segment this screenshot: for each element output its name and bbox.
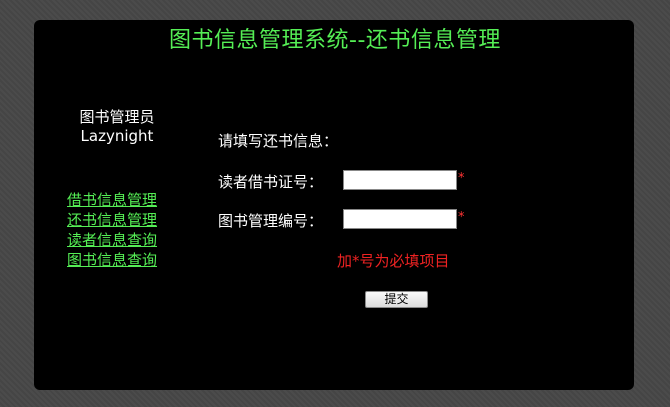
nav-item: 还书信息管理	[67, 210, 157, 230]
reader-card-label: 读者借书证号：	[218, 173, 324, 191]
user-name-label: Lazynight	[80, 127, 154, 145]
nav-link-reader-query[interactable]: 读者信息查询	[67, 231, 157, 249]
sidebar-nav: 借书信息管理 还书信息管理 读者信息查询 图书信息查询	[67, 190, 157, 270]
nav-item: 借书信息管理	[67, 190, 157, 210]
nav-link-book-query[interactable]: 图书信息查询	[67, 251, 157, 269]
book-id-input[interactable]	[343, 209, 457, 229]
nav-link-borrow-management[interactable]: 借书信息管理	[67, 191, 157, 209]
nav-link-return-management[interactable]: 还书信息管理	[67, 211, 157, 229]
book-id-label: 图书管理编号：	[218, 212, 324, 230]
reader-card-input[interactable]	[343, 170, 457, 190]
page-title: 图书信息管理系统--还书信息管理	[169, 28, 501, 53]
nav-item: 图书信息查询	[67, 250, 157, 270]
form-heading: 请填写还书信息：	[218, 132, 339, 150]
user-role-label: 图书管理员	[79, 108, 155, 126]
submit-button[interactable]: 提交	[365, 291, 428, 308]
nav-item: 读者信息查询	[67, 230, 157, 250]
required-mark: *	[458, 210, 465, 225]
required-mark: *	[458, 171, 465, 186]
required-hint: 加*号为必填项目	[337, 252, 450, 270]
